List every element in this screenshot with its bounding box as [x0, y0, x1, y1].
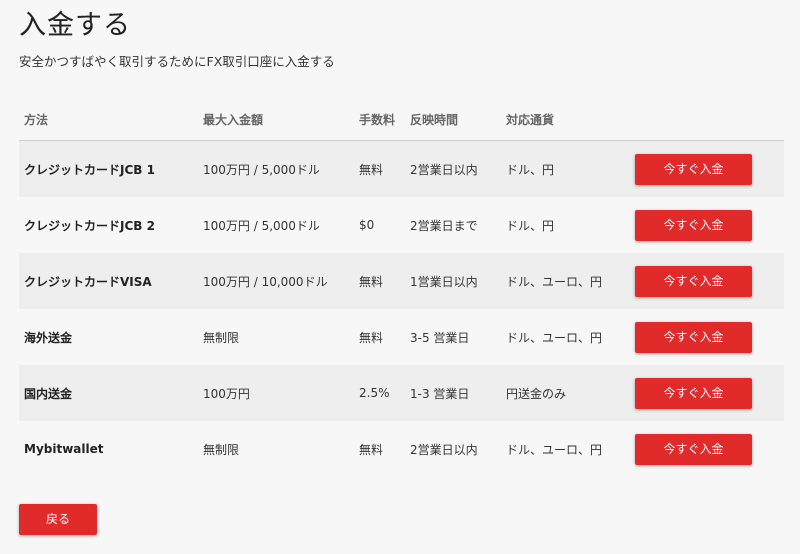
action-cell: 今すぐ入金	[635, 365, 784, 421]
action-cell: 今すぐ入金	[635, 197, 784, 253]
table-row: 海外送金 無制限 無料 3-5 営業日 ドル、ユーロ、円 今すぐ入金	[19, 309, 784, 365]
processing-time: 2営業日以内	[410, 421, 506, 477]
currencies: 円送金のみ	[506, 365, 635, 421]
header-processing-time: 反映時間	[410, 98, 506, 141]
currencies: ドル、ユーロ、円	[506, 309, 635, 365]
table-row: クレジットカードJCB 1 100万円 / 5,000ドル 無料 2営業日以内 …	[19, 140, 784, 197]
max-deposit: 100万円 / 5,000ドル	[203, 197, 359, 253]
method-name: Mybitwallet	[19, 421, 203, 477]
table-row: クレジットカードVISA 100万円 / 10,000ドル 無料 1営業日以内 …	[19, 253, 784, 309]
method-name: クレジットカードJCB 2	[19, 197, 203, 253]
deposit-now-button[interactable]: 今すぐ入金	[635, 321, 752, 353]
method-name: 海外送金	[19, 309, 203, 365]
header-currencies: 対応通貨	[506, 98, 635, 141]
processing-time: 2営業日まで	[410, 197, 506, 253]
max-deposit: 無制限	[203, 309, 359, 365]
fee: 無料	[359, 309, 410, 365]
deposit-methods-table-container: 方法 最大入金額 手数料 反映時間 対応通貨 クレジットカードJCB 1 100…	[19, 98, 784, 477]
page-subtitle: 安全かつすばやく取引するためにFX取引口座に入金する	[19, 54, 335, 69]
max-deposit: 100万円 / 5,000ドル	[203, 140, 359, 197]
fee: 無料	[359, 253, 410, 309]
currencies: ドル、円	[506, 197, 635, 253]
deposit-methods-table: 方法 最大入金額 手数料 反映時間 対応通貨 クレジットカードJCB 1 100…	[19, 98, 784, 477]
fee: 無料	[359, 140, 410, 197]
method-name: 国内送金	[19, 365, 203, 421]
deposit-now-button[interactable]: 今すぐ入金	[635, 265, 752, 297]
processing-time: 1営業日以内	[410, 253, 506, 309]
processing-time: 3-5 営業日	[410, 309, 506, 365]
table-header-row: 方法 最大入金額 手数料 反映時間 対応通貨	[19, 98, 784, 141]
header-action	[635, 98, 784, 141]
action-cell: 今すぐ入金	[635, 421, 784, 477]
max-deposit: 無制限	[203, 421, 359, 477]
currencies: ドル、ユーロ、円	[506, 421, 635, 477]
currencies: ドル、円	[506, 140, 635, 197]
action-cell: 今すぐ入金	[635, 253, 784, 309]
table-row: Mybitwallet 無制限 無料 2営業日以内 ドル、ユーロ、円 今すぐ入金	[19, 421, 784, 477]
method-name: クレジットカードJCB 1	[19, 140, 203, 197]
header-fee: 手数料	[359, 98, 410, 141]
fee: 無料	[359, 421, 410, 477]
deposit-now-button[interactable]: 今すぐ入金	[635, 153, 752, 185]
header-max-deposit: 最大入金額	[203, 98, 359, 141]
method-name: クレジットカードVISA	[19, 253, 203, 309]
processing-time: 2営業日以内	[410, 140, 506, 197]
fee: $0	[359, 197, 410, 253]
deposit-now-button[interactable]: 今すぐ入金	[635, 377, 752, 409]
action-cell: 今すぐ入金	[635, 309, 784, 365]
max-deposit: 100万円	[203, 365, 359, 421]
max-deposit: 100万円 / 10,000ドル	[203, 253, 359, 309]
deposit-now-button[interactable]: 今すぐ入金	[635, 433, 752, 465]
fee: 2.5%	[359, 365, 410, 421]
currencies: ドル、ユーロ、円	[506, 253, 635, 309]
action-cell: 今すぐ入金	[635, 140, 784, 197]
table-row: 国内送金 100万円 2.5% 1-3 営業日 円送金のみ 今すぐ入金	[19, 365, 784, 421]
table-row: クレジットカードJCB 2 100万円 / 5,000ドル $0 2営業日まで …	[19, 197, 784, 253]
back-button[interactable]: 戻る	[19, 504, 97, 535]
processing-time: 1-3 営業日	[410, 365, 506, 421]
header-method: 方法	[19, 98, 203, 141]
deposit-now-button[interactable]: 今すぐ入金	[635, 209, 752, 241]
page-title: 入金する	[19, 10, 131, 41]
